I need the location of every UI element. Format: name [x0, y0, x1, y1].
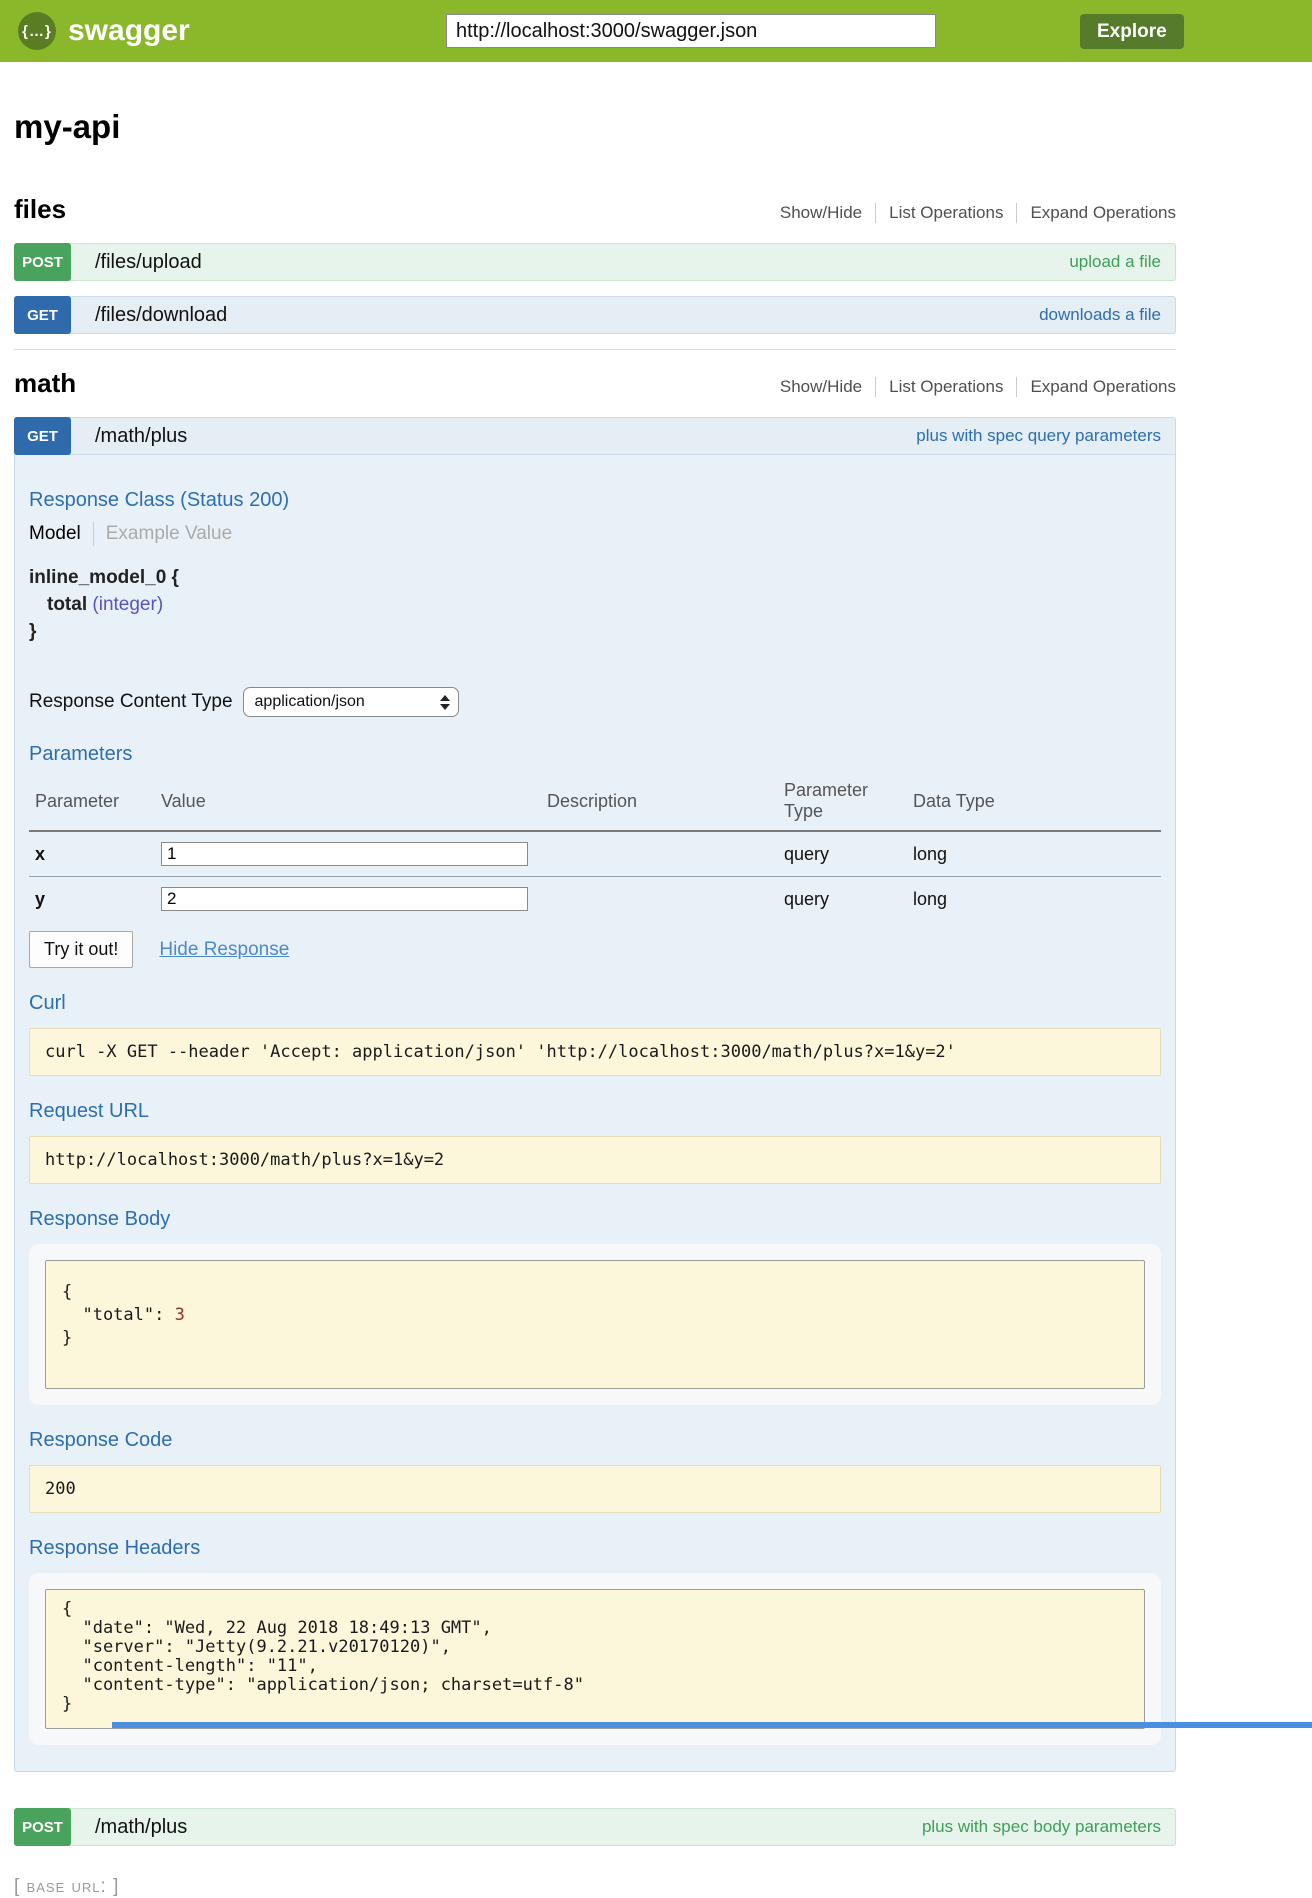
- resource-files-name[interactable]: files: [14, 194, 66, 225]
- swagger-logo-title: swagger: [68, 14, 190, 48]
- list-operations-link[interactable]: List Operations: [875, 377, 1003, 397]
- swagger-logo-icon: {…}: [18, 12, 56, 50]
- param-type: query: [778, 831, 907, 877]
- top-bar: {…} swagger Explore: [0, 0, 1312, 62]
- signature-close: }: [29, 618, 1161, 645]
- operation-get-math-plus: GET /math/plus plus with spec query para…: [14, 417, 1176, 1772]
- col-description: Description: [541, 774, 778, 831]
- endpoint-post-files-upload[interactable]: POST /files/upload upload a file: [14, 243, 1176, 281]
- api-title: my-api: [14, 108, 1176, 146]
- resource-files-head: files Show/Hide List Operations Expand O…: [14, 194, 1176, 225]
- endpoint-summary[interactable]: plus with spec body parameters: [922, 1817, 1175, 1837]
- resource-files: files Show/Hide List Operations Expand O…: [14, 194, 1176, 334]
- endpoint-post-math-plus[interactable]: POST /math/plus plus with spec body para…: [14, 1808, 1176, 1846]
- endpoint-get-files-download[interactable]: GET /files/download downloads a file: [14, 296, 1176, 334]
- response-content-type-row: Response Content Type application/json: [29, 687, 1161, 717]
- method-badge-post[interactable]: POST: [14, 1808, 71, 1846]
- col-value: Value: [155, 774, 541, 831]
- tab-example-value[interactable]: Example Value: [106, 523, 232, 545]
- request-url-heading: Request URL: [29, 1100, 1161, 1123]
- param-row-y: y query long: [29, 877, 1161, 922]
- try-it-out-button[interactable]: Try it out!: [29, 931, 133, 968]
- param-name: y: [29, 877, 155, 922]
- curl-heading: Curl: [29, 992, 1161, 1015]
- resource-math-options: Show/Hide List Operations Expand Operati…: [780, 377, 1176, 397]
- response-headers-heading: Response Headers: [29, 1537, 1161, 1560]
- param-data-type: long: [907, 877, 1161, 922]
- tab-separator: [93, 522, 94, 546]
- spec-url-input[interactable]: [446, 14, 936, 48]
- method-badge-post[interactable]: POST: [14, 243, 71, 281]
- explore-button[interactable]: Explore: [1080, 14, 1184, 49]
- expand-operations-link[interactable]: Expand Operations: [1016, 377, 1176, 397]
- json-number: 3: [175, 1305, 185, 1325]
- param-type: query: [778, 877, 907, 922]
- response-class-heading: Response Class (Status 200): [29, 489, 1161, 512]
- col-parameter-type: Parameter Type: [778, 774, 907, 831]
- param-x-input[interactable]: [161, 842, 528, 866]
- swagger-logo: {…} swagger: [18, 12, 190, 50]
- resource-math-head: math Show/Hide List Operations Expand Op…: [14, 368, 1176, 399]
- show-hide-link[interactable]: Show/Hide: [780, 203, 862, 223]
- endpoint-path[interactable]: /files/download: [95, 304, 227, 327]
- param-row-x: x query long: [29, 831, 1161, 877]
- resource-math: math Show/Hide List Operations Expand Op…: [14, 349, 1176, 1846]
- response-content-type-select[interactable]: application/json: [243, 687, 459, 717]
- response-body-value: { "total": 3 }: [45, 1260, 1145, 1389]
- content-wrap: my-api files Show/Hide List Operations E…: [14, 108, 1176, 1898]
- method-badge-get[interactable]: GET: [14, 296, 71, 334]
- model-signature: inline_model_0 { total (integer) }: [29, 564, 1161, 645]
- property-type: (integer): [92, 594, 163, 615]
- show-hide-link[interactable]: Show/Hide: [780, 377, 862, 397]
- endpoint-summary[interactable]: downloads a file: [1039, 305, 1175, 325]
- bottom-progress-bar: [112, 1722, 1312, 1728]
- param-description: [541, 877, 778, 922]
- endpoint-summary[interactable]: plus with spec query parameters: [916, 426, 1175, 446]
- tab-model[interactable]: Model: [29, 523, 81, 545]
- selected-content-type: application/json: [255, 693, 440, 711]
- endpoint-path[interactable]: /files/upload: [95, 251, 202, 274]
- signature-open: inline_model_0 {: [29, 564, 1161, 591]
- expand-operations-link[interactable]: Expand Operations: [1016, 203, 1176, 223]
- operation-details: Response Class (Status 200) Model Exampl…: [14, 455, 1176, 1772]
- list-operations-link[interactable]: List Operations: [875, 203, 1003, 223]
- endpoint-path[interactable]: /math/plus: [95, 1816, 187, 1839]
- response-body-heading: Response Body: [29, 1208, 1161, 1231]
- col-parameter: Parameter: [29, 774, 155, 831]
- response-headers-value: { "date": "Wed, 22 Aug 2018 18:49:13 GMT…: [45, 1589, 1145, 1729]
- resource-math-name[interactable]: math: [14, 368, 76, 399]
- method-badge-get[interactable]: GET: [14, 417, 71, 455]
- try-row: Try it out! Hide Response: [29, 931, 1161, 968]
- response-body-wrapper: { "total": 3 }: [29, 1244, 1161, 1405]
- param-y-input[interactable]: [161, 887, 528, 911]
- base-url-footer: [ base url: ]: [14, 1876, 1176, 1898]
- resource-files-options: Show/Hide List Operations Expand Operati…: [780, 203, 1176, 223]
- parameters-heading: Parameters: [29, 743, 1161, 766]
- response-content-type-label: Response Content Type: [29, 691, 233, 713]
- response-headers-wrapper: { "date": "Wed, 22 Aug 2018 18:49:13 GMT…: [29, 1573, 1161, 1745]
- model-tabs: Model Example Value: [29, 522, 1161, 546]
- property-name: total: [47, 594, 87, 615]
- response-code-value: 200: [29, 1465, 1161, 1513]
- endpoint-get-math-plus[interactable]: GET /math/plus plus with spec query para…: [14, 417, 1176, 455]
- endpoint-summary[interactable]: upload a file: [1069, 252, 1175, 272]
- param-data-type: long: [907, 831, 1161, 877]
- parameters-header-row: Parameter Value Description Parameter Ty…: [29, 774, 1161, 831]
- signature-property: total (integer): [29, 591, 1161, 618]
- curl-command: curl -X GET --header 'Accept: applicatio…: [29, 1028, 1161, 1076]
- col-data-type: Data Type: [907, 774, 1161, 831]
- endpoint-path[interactable]: /math/plus: [95, 425, 187, 448]
- response-code-heading: Response Code: [29, 1429, 1161, 1452]
- hide-response-link[interactable]: Hide Response: [159, 939, 289, 961]
- request-url-value: http://localhost:3000/math/plus?x=1&y=2: [29, 1136, 1161, 1184]
- param-description: [541, 831, 778, 877]
- param-name: x: [29, 831, 155, 877]
- select-arrows-icon: [440, 695, 450, 710]
- parameters-table: Parameter Value Description Parameter Ty…: [29, 774, 1161, 921]
